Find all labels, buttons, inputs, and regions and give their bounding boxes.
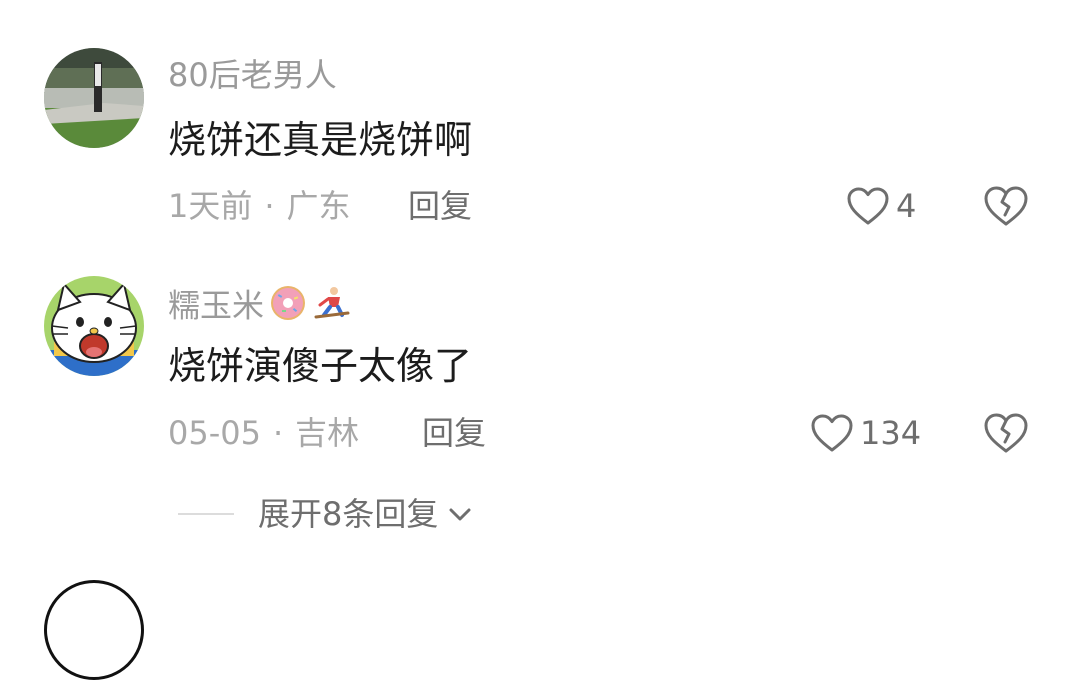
like-count: 134 (860, 414, 922, 452)
avatar[interactable] (44, 276, 144, 376)
comment-time: 05-05 (168, 414, 261, 452)
divider-line (178, 513, 234, 515)
reply-button[interactable]: 回复 (408, 186, 472, 226)
avatar-cat-icon (44, 276, 144, 376)
avatar-photo-icon (44, 48, 144, 148)
separator-dot: · (272, 414, 284, 452)
heart-outline-icon (811, 414, 853, 452)
like-count: 4 (896, 187, 917, 225)
skier-emoji-icon (312, 283, 352, 332)
separator-dot: · (264, 187, 275, 225)
expand-replies-button[interactable]: 展开8条回复 (178, 492, 474, 536)
broken-heart-icon (984, 186, 1028, 226)
comment-text: 烧饼演傻子太像了 (168, 344, 473, 388)
comment-text: 烧饼还真是烧饼啊 (168, 118, 473, 162)
comment-meta: 1天前 · 广东 (168, 186, 351, 226)
dislike-button[interactable] (982, 182, 1030, 230)
comment-username[interactable]: 80后老男人 (168, 55, 337, 95)
avatar[interactable] (44, 48, 144, 148)
comment-location: 广东 (286, 187, 351, 225)
username-text: 糯玉米 (168, 286, 265, 325)
comment-location: 吉林 (295, 414, 360, 452)
comment-username[interactable]: 糯玉米 (168, 283, 352, 332)
heart-outline-icon (847, 187, 889, 225)
like-button[interactable]: 4 (846, 182, 916, 230)
comment-meta: 05-05 · 吉林 (168, 413, 359, 453)
chevron-down-icon (449, 508, 471, 521)
donut-emoji-icon (268, 283, 308, 332)
broken-heart-icon (984, 413, 1028, 453)
dislike-button[interactable] (982, 409, 1030, 457)
avatar[interactable] (44, 580, 144, 680)
like-button[interactable]: 134 (810, 409, 921, 457)
comment-time: 1天前 (168, 187, 253, 225)
expand-replies-label: 展开8条回复 (258, 495, 439, 533)
reply-button[interactable]: 回复 (422, 413, 486, 453)
